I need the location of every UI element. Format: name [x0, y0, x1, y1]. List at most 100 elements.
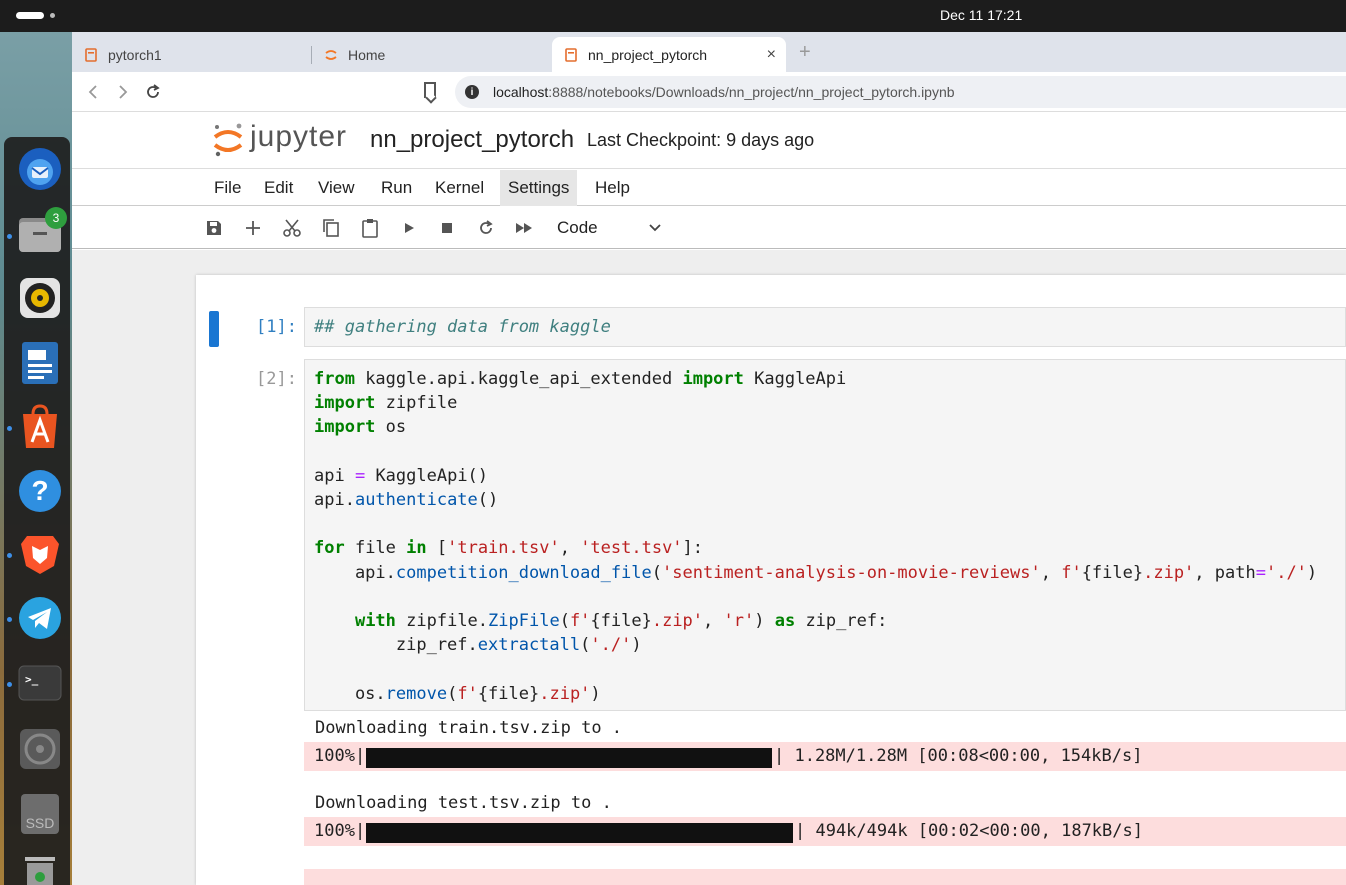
paste-icon — [362, 219, 378, 238]
insert-cell-button[interactable] — [242, 217, 264, 239]
cut-button[interactable] — [281, 217, 303, 239]
code-line: api.authenticate() — [314, 490, 499, 510]
last-checkpoint: Last Checkpoint: 9 days ago — [587, 130, 815, 150]
tab-home[interactable]: Home — [312, 37, 550, 72]
new-tab-button[interactable]: + — [799, 41, 811, 64]
scissors-icon — [283, 219, 301, 237]
help-icon[interactable]: ? — [17, 468, 63, 514]
save-icon — [207, 221, 221, 235]
close-tab-icon[interactable]: × — [767, 46, 776, 64]
restart-run-all-button[interactable] — [513, 217, 535, 239]
disc-icon[interactable] — [17, 726, 63, 772]
notebook-toolbar: Code — [72, 207, 1346, 249]
restart-button[interactable] — [475, 217, 497, 239]
code-line: ## gathering data from kaggle — [314, 317, 611, 337]
dock-running-indicator — [7, 682, 12, 687]
paste-button[interactable] — [359, 217, 381, 239]
brave-icon[interactable] — [17, 530, 63, 576]
code-line: with zipfile.ZipFile(f'{file}.zip', 'r')… — [354, 611, 888, 631]
menu-view[interactable]: View — [310, 170, 363, 206]
menu-file[interactable]: File — [206, 170, 249, 206]
fast-forward-icon — [516, 223, 532, 233]
trash-icon[interactable] — [17, 855, 63, 885]
menu-settings[interactable]: Settings — [500, 170, 578, 206]
interrupt-button[interactable] — [436, 217, 458, 239]
play-icon — [405, 223, 414, 233]
help-glyph: ? — [31, 475, 49, 506]
menu-edit[interactable]: Edit — [256, 170, 301, 206]
dock-running-indicator — [7, 553, 12, 558]
tab-label: pytorch1 — [108, 46, 162, 63]
dock-running-indicator — [7, 426, 12, 431]
tab-nn-project-pytorch[interactable]: nn_project_pytorch × — [552, 37, 786, 72]
reload-icon — [147, 84, 160, 98]
active-cell-indicator — [209, 311, 219, 347]
dock-running-indicator — [7, 234, 12, 239]
system-top-bar: Dec 11 17:21 — [0, 0, 1346, 32]
reload-button[interactable] — [141, 80, 165, 104]
terminal-icon[interactable]: >_ — [17, 660, 63, 706]
code-line: import os — [314, 417, 407, 437]
notebook-area: [1]: ## gathering data from kaggle [2]: … — [72, 250, 1346, 885]
rhythmbox-icon[interactable] — [17, 275, 63, 321]
code-line: api.competition_download_file('sentiment… — [314, 563, 1318, 583]
progress-stats: | 1.28M/1.28M [00:08<00:00, 154kB/s] — [774, 746, 1143, 766]
progress-output: 100%| | 494k/494k [00:02<00:00, 187kB/s] — [304, 817, 1346, 846]
output-text: Downloading test.tsv.zip to . — [315, 793, 612, 813]
jupyter-logo-text: jupyter — [250, 120, 348, 153]
address-bar[interactable]: i localhost:8888/notebooks/Downloads/nn_… — [455, 76, 1346, 108]
browser-window: pytorch1 Home nn_project_pytorch × + i l… — [72, 32, 1346, 885]
chevron-right-icon — [119, 85, 128, 99]
thunderbird-icon[interactable] — [17, 146, 63, 192]
tab-pytorch1[interactable]: pytorch1 — [72, 37, 310, 72]
tab-label: Home — [348, 46, 386, 63]
progress-output: 100%| | 1.28M/1.28M [00:08<00:00, 154kB/… — [304, 742, 1346, 771]
writer-icon[interactable] — [17, 340, 63, 386]
code-line: api = KaggleApi() — [314, 466, 489, 486]
progress-output — [304, 869, 1346, 885]
output-text: Downloading train.tsv.zip to . — [315, 718, 623, 738]
terminal-glyph: >_ — [25, 673, 39, 686]
markdown-cell-input[interactable]: ## gathering data from kaggle — [304, 307, 1346, 347]
stop-icon — [442, 223, 452, 233]
menu-kernel[interactable]: Kernel — [427, 170, 492, 206]
copy-icon — [323, 219, 339, 237]
progress-stats: | 494k/494k [00:02<00:00, 187kB/s] — [795, 821, 1143, 841]
menu-run[interactable]: Run — [373, 170, 420, 206]
tab-strip: pytorch1 Home nn_project_pytorch × + — [72, 32, 1346, 72]
menu-help[interactable]: Help — [587, 170, 638, 206]
cell-type-select[interactable]: Code — [557, 218, 598, 238]
app-center-icon[interactable] — [17, 404, 63, 450]
jupyter-logo-icon[interactable] — [212, 123, 244, 157]
site-info-icon[interactable]: i — [465, 85, 479, 99]
notification-badge: 3 — [45, 207, 67, 229]
progress-percent: 100%| — [314, 821, 366, 841]
run-button[interactable] — [398, 217, 420, 239]
workspace-dot — [50, 13, 55, 18]
code-cell-input[interactable]: from kaggle.api.kaggle_api_extended impo… — [304, 359, 1346, 711]
url-text[interactable]: localhost:8888/notebooks/Downloads/nn_pr… — [493, 84, 955, 100]
notebook-title[interactable]: nn_project_pytorch — [370, 126, 574, 154]
chevron-down-icon[interactable] — [646, 218, 664, 236]
code-line: for file in ['train.tsv', 'test.tsv']: — [314, 538, 704, 558]
tab-label: nn_project_pytorch — [588, 46, 708, 63]
code-line: from kaggle.api.kaggle_api_extended impo… — [314, 369, 847, 389]
back-button[interactable] — [81, 80, 105, 104]
bookmark-icon[interactable] — [424, 82, 436, 98]
forward-button[interactable] — [111, 80, 135, 104]
cell-prompt: [2]: — [256, 369, 297, 389]
progress-percent: 100%| — [314, 746, 366, 766]
notebook-icon — [85, 47, 97, 62]
notebook-page: [1]: ## gathering data from kaggle [2]: … — [196, 275, 1346, 885]
jupyter-icon — [325, 49, 337, 60]
ssd-icon[interactable]: SSD — [17, 791, 63, 837]
activities-indicator[interactable] — [16, 12, 44, 19]
save-button[interactable] — [203, 217, 225, 239]
menu-bar: File Edit View Run Kernel Settings Help — [72, 170, 1346, 206]
copy-button[interactable] — [320, 217, 342, 239]
cell-prompt: [1]: — [256, 317, 297, 337]
jupyter-header: jupyter nn_project_pytorch Last Checkpoi… — [72, 112, 1346, 169]
clock[interactable]: Dec 11 17:21 — [940, 7, 1022, 23]
telegram-icon[interactable] — [17, 595, 63, 641]
plus-icon — [246, 221, 260, 235]
